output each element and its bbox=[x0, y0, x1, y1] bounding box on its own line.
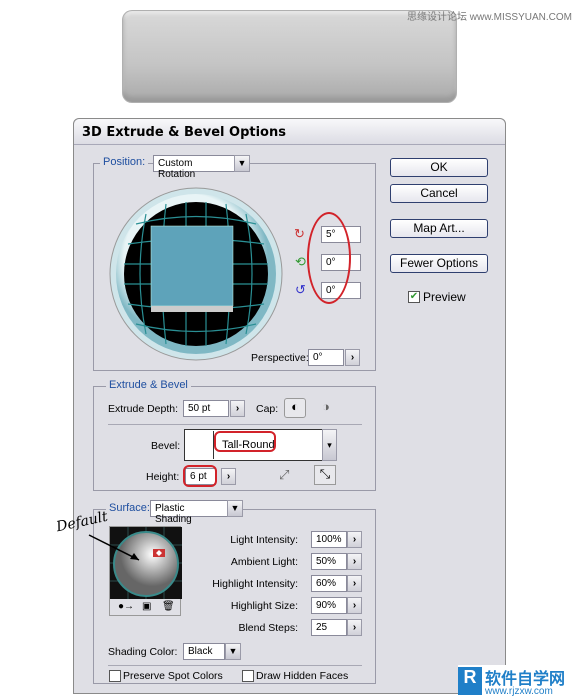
preserve-spot-colors-checkbox[interactable] bbox=[109, 670, 121, 682]
height-stepper[interactable]: › bbox=[221, 468, 236, 485]
extrude-depth-input[interactable]: 50 pt bbox=[183, 400, 229, 417]
chevron-down-icon[interactable]: ▼ bbox=[227, 500, 243, 517]
position-select[interactable]: Custom Rotation bbox=[153, 155, 235, 180]
blend-steps-label: Blend Steps: bbox=[238, 622, 298, 634]
extrude-bevel-legend: Extrude & Bevel bbox=[106, 379, 191, 391]
position-group: Position: Custom Rotation ▼ ↻ ⟲ ↺ 5° 0° … bbox=[93, 155, 376, 371]
ok-button[interactable]: OK bbox=[390, 158, 488, 177]
highlight-intensity-label: Highlight Intensity: bbox=[212, 578, 298, 590]
light-intensity-label: Light Intensity: bbox=[230, 534, 298, 546]
rotation-trackball[interactable] bbox=[106, 184, 286, 364]
highlight-size-label: Highlight Size: bbox=[230, 600, 298, 612]
chevron-down-icon[interactable]: ▼ bbox=[234, 155, 250, 172]
z-axis-rotate-icon: ↺ bbox=[295, 282, 306, 297]
dialog-title: 3D Extrude & Bevel Options bbox=[74, 119, 505, 145]
light-intensity-input[interactable]: 100% bbox=[311, 531, 347, 548]
y-axis-rotate-icon: ⟲ bbox=[295, 254, 306, 269]
shading-color-select[interactable]: Black bbox=[183, 643, 225, 660]
bevel-label: Bevel: bbox=[151, 440, 181, 452]
cancel-button[interactable]: Cancel bbox=[390, 184, 488, 203]
move-light-back-icon[interactable]: ●→ bbox=[118, 601, 134, 612]
blend-steps-input[interactable]: 25 bbox=[311, 619, 347, 636]
fewer-options-button[interactable]: Fewer Options bbox=[390, 254, 488, 273]
draw-hidden-faces-checkbox[interactable] bbox=[242, 670, 254, 682]
shading-color-label: Shading Color: bbox=[108, 646, 178, 658]
watermark-logo-icon: R bbox=[458, 667, 482, 695]
perspective-label: Perspective: bbox=[251, 352, 309, 364]
cap-label: Cap: bbox=[256, 403, 279, 415]
watermark-bottom: R 软件自学网 www.rjzxw.com bbox=[458, 665, 580, 700]
blend-steps-stepper[interactable]: › bbox=[347, 619, 362, 636]
cap-on-icon[interactable]: ◐ bbox=[284, 398, 306, 418]
perspective-stepper[interactable]: › bbox=[345, 349, 360, 366]
extrude-depth-label: Extrude Depth: bbox=[108, 403, 179, 415]
annotation-circle bbox=[307, 212, 351, 304]
extrude-bevel-group: Extrude & Bevel Extrude Depth: 50 pt › C… bbox=[93, 379, 376, 491]
highlight-size-stepper[interactable]: › bbox=[347, 597, 362, 614]
bevel-shape-preview bbox=[186, 431, 214, 459]
extrude-bevel-dialog: 3D Extrude & Bevel Options Position: Cus… bbox=[55, 118, 506, 694]
ambient-light-input[interactable]: 50% bbox=[311, 553, 347, 570]
extrude-depth-stepper[interactable]: › bbox=[230, 400, 245, 417]
ambient-light-label: Ambient Light: bbox=[230, 556, 298, 568]
position-label: Position: bbox=[100, 156, 149, 168]
preview-checkbox[interactable]: ✔ bbox=[408, 291, 420, 303]
draw-hidden-faces-label: Draw Hidden Faces bbox=[256, 670, 349, 682]
new-light-icon[interactable]: ▣ bbox=[142, 601, 151, 612]
surface-select[interactable]: Plastic Shading bbox=[150, 500, 228, 525]
annotation-arrow bbox=[88, 534, 140, 561]
highlight-intensity-stepper[interactable]: › bbox=[347, 575, 362, 592]
highlight-size-input[interactable]: 90% bbox=[311, 597, 347, 614]
perspective-input[interactable]: 0° bbox=[308, 349, 344, 366]
preserve-spot-colors-label: Preserve Spot Colors bbox=[123, 670, 223, 682]
surface-label: Surface: bbox=[106, 502, 153, 514]
height-label: Height: bbox=[146, 471, 180, 483]
cap-off-icon[interactable]: ◑ bbox=[322, 399, 330, 414]
annotation-box-height bbox=[183, 465, 217, 487]
map-art-button[interactable]: Map Art... bbox=[390, 219, 488, 238]
preview-label: Preview bbox=[423, 290, 466, 304]
light-intensity-stepper[interactable]: › bbox=[347, 531, 362, 548]
ambient-light-stepper[interactable]: › bbox=[347, 553, 362, 570]
annotation-box-bevel bbox=[214, 431, 276, 452]
bevel-out-icon[interactable]: ⤢ bbox=[279, 467, 289, 483]
chevron-down-icon[interactable]: ▼ bbox=[225, 643, 241, 660]
highlight-intensity-input[interactable]: 60% bbox=[311, 575, 347, 592]
divider bbox=[108, 424, 362, 425]
surface-group: Surface: Plastic Shading ▼ ●→ ▣ 🗑 Defaul… bbox=[55, 500, 376, 684]
bevel-in-icon[interactable]: ⤡ bbox=[314, 465, 336, 485]
watermark-top: 思缘设计论坛 www.MISSYUAN.COM bbox=[406, 12, 572, 23]
bevel-dropdown-arrow[interactable]: ▾ bbox=[322, 429, 337, 461]
x-axis-rotate-icon: ↻ bbox=[294, 226, 305, 241]
artwork-preview bbox=[122, 10, 457, 103]
delete-light-icon[interactable]: 🗑 bbox=[162, 601, 175, 612]
divider bbox=[108, 665, 362, 666]
watermark-url: www.rjzxw.com bbox=[485, 686, 553, 697]
